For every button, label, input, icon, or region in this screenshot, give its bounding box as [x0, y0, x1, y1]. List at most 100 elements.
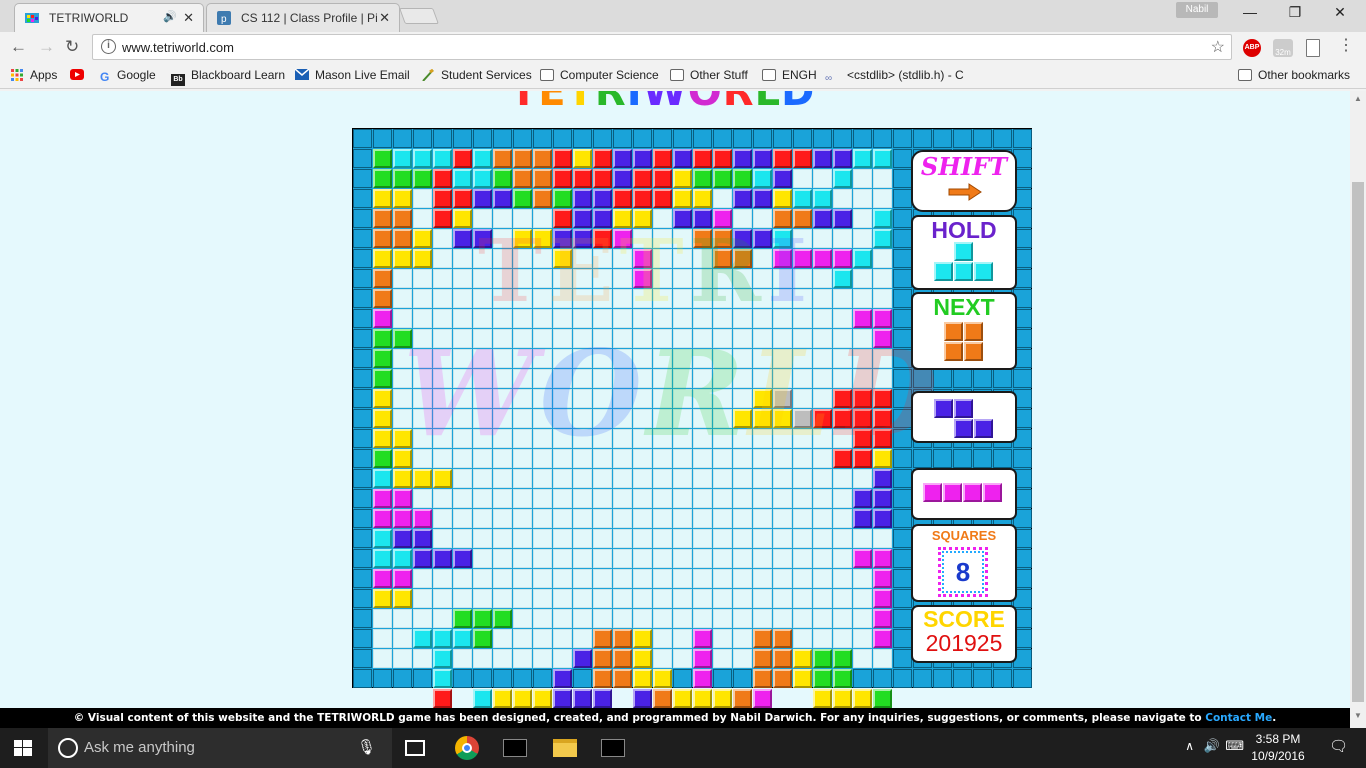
block [853, 509, 872, 528]
scroll-up-icon[interactable]: ▲ [1354, 94, 1362, 103]
grid-cell [453, 269, 472, 288]
logo-letter: T [566, 91, 595, 115]
grid-cell [433, 269, 452, 288]
forward-icon[interactable]: → [38, 37, 55, 57]
file-explorer-icon[interactable] [553, 739, 577, 757]
shift-box[interactable]: SHIFT [911, 150, 1017, 212]
bookmark-youtube[interactable] [70, 68, 90, 82]
bookmark-google[interactable]: G Google [100, 68, 156, 84]
grid-cell [613, 609, 632, 628]
close-tab-icon[interactable]: ✕ [183, 10, 194, 26]
clock-date[interactable]: 10/9/2016 [1248, 749, 1308, 763]
cplusplus-icon: ∞ [825, 73, 833, 84]
bookmark-engh[interactable]: ENGH [762, 68, 817, 82]
block [453, 149, 472, 168]
grid-cell [733, 609, 752, 628]
notifications-icon[interactable]: 🗨 [1329, 737, 1348, 755]
bookmark-computer-science[interactable]: Computer Science [540, 68, 659, 82]
grid-cell [673, 609, 692, 628]
chrome-taskbar-icon[interactable] [455, 736, 479, 760]
grid-cell [533, 629, 552, 648]
piazza-favicon: p [217, 11, 231, 25]
grid-cell [853, 169, 872, 188]
block [513, 149, 532, 168]
contact-link[interactable]: Contact Me [1205, 712, 1272, 724]
block [593, 169, 612, 188]
frame-cell [893, 129, 912, 148]
speaker-icon[interactable]: 🔊 [163, 10, 177, 23]
network-icon[interactable]: ⌨ [1225, 738, 1244, 754]
terminal-icon[interactable] [601, 739, 625, 757]
chevron-up-icon[interactable]: ∧ [1185, 739, 1194, 753]
grid-cell [513, 649, 532, 668]
block [553, 669, 572, 688]
block [873, 589, 892, 608]
piece-block [964, 342, 983, 361]
grid-cell [773, 589, 792, 608]
shift-arrow-icon [948, 183, 982, 201]
frame-cell [433, 129, 452, 148]
reload-icon[interactable]: ↻ [65, 37, 79, 57]
timer-extension-icon[interactable]: 32m [1273, 39, 1293, 57]
watermark-tetri: TETRI [478, 221, 814, 322]
grid-cell [593, 609, 612, 628]
page-scrollbar[interactable]: ▲ ▼ [1350, 91, 1366, 728]
browser-chrome: TETRIWORLD 🔊 ✕ p CS 112 | Class Profile … [0, 0, 1366, 91]
grid-cell [833, 569, 852, 588]
block [813, 209, 832, 228]
page-extension-icon[interactable] [1306, 39, 1320, 57]
grid-cell [573, 609, 592, 628]
piece-block [954, 399, 973, 418]
profile-button[interactable]: Nabil [1176, 2, 1218, 18]
address-bar[interactable]: i www.tetriworld.com ☆ [92, 34, 1232, 60]
block [433, 189, 452, 208]
terminal-icon[interactable] [503, 739, 527, 757]
microphone-icon[interactable]: 🎙 [357, 738, 376, 756]
grid-cell [753, 529, 772, 548]
back-icon[interactable]: ← [10, 37, 27, 57]
bookmark-star-icon[interactable]: ☆ [1211, 37, 1225, 57]
cortana-search[interactable]: Ask me anything 🎙 [48, 728, 392, 768]
grid-cell [713, 469, 732, 488]
browser-toolbar: ← → ↻ i www.tetriworld.com ☆ ABP 32m ⋮ [0, 32, 1366, 62]
block [373, 149, 392, 168]
frame-cell [353, 489, 372, 508]
grid-cell [713, 609, 732, 628]
grid-cell [653, 489, 672, 508]
minimize-icon[interactable]: — [1240, 4, 1260, 20]
restore-icon[interactable]: ❐ [1285, 4, 1305, 21]
scroll-thumb[interactable] [1352, 182, 1364, 702]
score-label: SCORE [923, 606, 1005, 632]
bookmark-mason-email[interactable]: Mason Live Email [295, 68, 410, 82]
game-board[interactable]: TETRI WORLD SHIFT HOLD NEXT SQUARES 8 SC… [352, 128, 1032, 708]
bookmark-cstdlib[interactable]: ∞ <cstdlib> (stdlib.h) - C [825, 68, 965, 85]
tab-strip: TETRIWORLD 🔊 ✕ p CS 112 | Class Profile … [0, 0, 1366, 32]
grid-cell [873, 289, 892, 308]
grid-cell [693, 569, 712, 588]
new-tab-button[interactable] [399, 8, 439, 24]
mail-icon [295, 69, 309, 80]
bookmark-other-stuff[interactable]: Other Stuff [670, 68, 748, 82]
tab-tetriworld[interactable]: TETRIWORLD 🔊 ✕ [14, 3, 204, 32]
bookmark-other-bookmarks[interactable]: Other bookmarks [1238, 68, 1350, 82]
info-icon[interactable]: i [101, 39, 116, 54]
grid-cell [473, 529, 492, 548]
tab-cs112[interactable]: p CS 112 | Class Profile | Pi ✕ [206, 3, 400, 32]
bookmark-blackboard[interactable]: Bb Blackboard Learn [171, 68, 285, 86]
logo-letter: R [722, 91, 755, 115]
bookmark-student-services[interactable]: Student Services [421, 68, 532, 82]
grid-cell [573, 509, 592, 528]
url-text[interactable]: www.tetriworld.com [122, 40, 234, 55]
grid-cell [813, 509, 832, 528]
volume-icon[interactable]: 🔊 [1204, 738, 1220, 754]
windows-start-icon[interactable] [14, 740, 32, 756]
close-tab-icon[interactable]: ✕ [379, 10, 390, 26]
scroll-down-icon[interactable]: ▼ [1354, 711, 1362, 720]
close-window-icon[interactable]: ✕ [1330, 4, 1350, 21]
menu-icon[interactable]: ⋮ [1338, 38, 1356, 57]
bookmark-apps[interactable]: Apps [10, 68, 57, 82]
clock-time[interactable]: 3:58 PM [1248, 732, 1308, 746]
adblock-icon[interactable]: ABP [1243, 39, 1261, 57]
frame-cell [953, 669, 972, 688]
task-view-icon[interactable] [405, 740, 425, 756]
